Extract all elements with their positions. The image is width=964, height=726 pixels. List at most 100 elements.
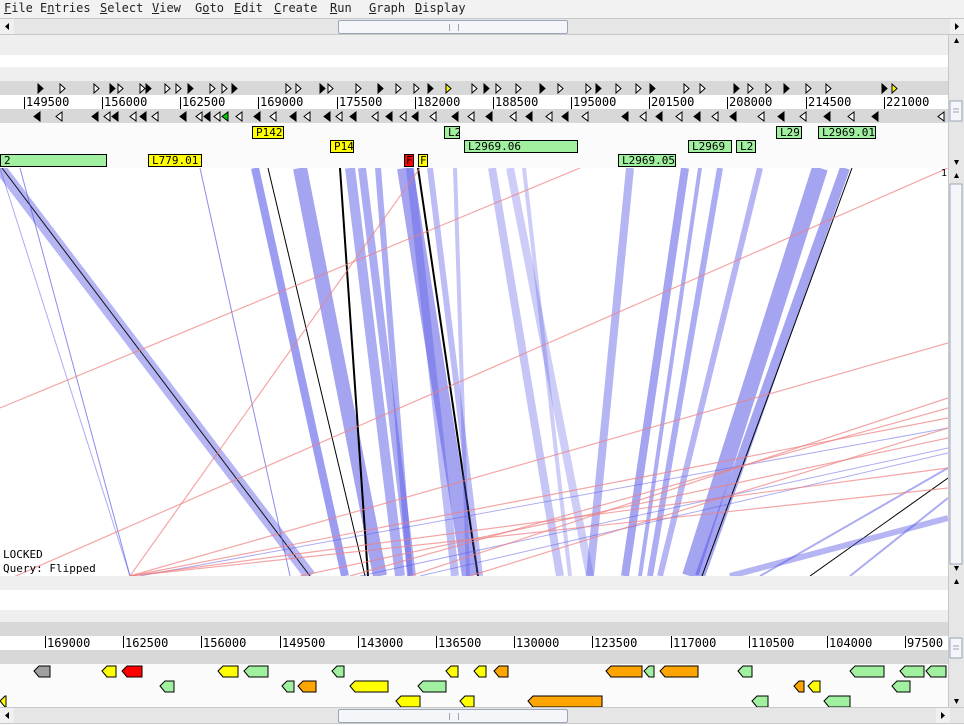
- reverse-feature-arrow[interactable]: [871, 111, 879, 122]
- forward-feature-arrow[interactable]: [445, 82, 452, 95]
- forward-feature-arrow[interactable]: [59, 82, 66, 95]
- forward-feature-arrow[interactable]: [881, 82, 888, 95]
- bottom-feature-box[interactable]: [417, 680, 447, 693]
- reverse-feature-arrow[interactable]: [253, 111, 261, 122]
- bottom-feature-box[interactable]: [445, 665, 459, 678]
- menu-graph[interactable]: Graph: [369, 1, 405, 15]
- reverse-feature-arrow[interactable]: [467, 111, 475, 122]
- menu-create[interactable]: Create: [274, 1, 317, 15]
- forward-feature-arrow[interactable]: [557, 82, 564, 95]
- reverse-match-line[interactable]: [129, 467, 948, 576]
- reverse-feature-arrow[interactable]: [323, 111, 331, 122]
- comparison-vertical-scrollbar[interactable]: [948, 168, 964, 576]
- feature-box[interactable]: F: [404, 154, 414, 167]
- bottom-feature-box[interactable]: [0, 695, 7, 708]
- forward-match-line[interactable]: [759, 467, 948, 576]
- bottom-vertical-scrollbar[interactable]: [948, 576, 964, 707]
- feature-box[interactable]: P14: [330, 140, 354, 153]
- feature-box[interactable]: L29: [776, 126, 802, 139]
- bottom-feature-box[interactable]: [891, 680, 911, 693]
- menu-goto[interactable]: Goto: [195, 1, 224, 15]
- forward-feature-arrow[interactable]: [765, 82, 772, 95]
- forward-feature-arrow[interactable]: [139, 82, 146, 95]
- forward-match-line[interactable]: [729, 515, 948, 576]
- forward-feature-arrow[interactable]: [515, 82, 522, 95]
- forward-feature-arrow[interactable]: [295, 82, 302, 95]
- reverse-feature-arrow[interactable]: [823, 111, 831, 122]
- bottom-feature-box[interactable]: [473, 665, 487, 678]
- forward-feature-arrow[interactable]: [395, 82, 402, 95]
- bottom-feature-box[interactable]: [605, 665, 643, 678]
- reverse-feature-arrow[interactable]: [151, 111, 159, 122]
- left-arrow-icon[interactable]: [0, 19, 14, 34]
- bottom-feature-box[interactable]: [395, 695, 421, 708]
- top-vertical-scrollbar[interactable]: [948, 35, 964, 168]
- bottom-feature-box[interactable]: [527, 695, 603, 708]
- reverse-feature-arrow[interactable]: [937, 111, 945, 122]
- bottom-feature-box[interactable]: [643, 665, 655, 678]
- forward-feature-arrow[interactable]: [117, 82, 124, 95]
- reverse-feature-arrow[interactable]: [385, 111, 393, 122]
- forward-feature-arrow[interactable]: [495, 82, 502, 95]
- reverse-feature-arrow[interactable]: [289, 111, 297, 122]
- forward-feature-arrow[interactable]: [539, 82, 546, 95]
- menu-edit[interactable]: Edit: [234, 1, 263, 15]
- reverse-feature-arrow[interactable]: [451, 111, 459, 122]
- reverse-feature-arrow[interactable]: [561, 111, 569, 122]
- forward-feature-arrow[interactable]: [699, 82, 706, 95]
- forward-feature-arrow[interactable]: [595, 82, 602, 95]
- reverse-feature-arrow[interactable]: [847, 111, 855, 122]
- right-arrow-icon[interactable]: [936, 708, 950, 723]
- reverse-feature-arrow[interactable]: [335, 111, 343, 122]
- right-arrow-icon[interactable]: [950, 19, 964, 34]
- menu-file[interactable]: File: [4, 1, 33, 15]
- forward-feature-arrow[interactable]: [221, 82, 228, 95]
- reverse-feature-arrow[interactable]: [103, 111, 111, 122]
- top-horizontal-scrollbar[interactable]: [0, 18, 964, 35]
- menu-display[interactable]: Display: [415, 1, 466, 15]
- bottom-feature-box[interactable]: [243, 665, 269, 678]
- reverse-feature-arrow[interactable]: [509, 111, 517, 122]
- forward-feature-arrow[interactable]: [427, 82, 434, 95]
- menu-select[interactable]: Select: [100, 1, 143, 15]
- forward-feature-arrow[interactable]: [209, 82, 216, 95]
- reverse-feature-arrow[interactable]: [545, 111, 553, 122]
- forward-feature-arrow[interactable]: [783, 82, 790, 95]
- forward-feature-arrow[interactable]: [825, 82, 832, 95]
- bottom-horizontal-scrollbar[interactable]: [0, 707, 964, 724]
- forward-feature-arrow[interactable]: [377, 82, 384, 95]
- bottom-feature-box[interactable]: [849, 665, 885, 678]
- bottom-feature-box[interactable]: [281, 680, 295, 693]
- bottom-feature-box[interactable]: [659, 665, 699, 678]
- reverse-feature-arrow[interactable]: [639, 111, 647, 122]
- forward-feature-arrow[interactable]: [37, 82, 44, 95]
- bottom-feature-box[interactable]: [459, 695, 475, 708]
- forward-feature-arrow[interactable]: [93, 82, 100, 95]
- left-arrow-icon[interactable]: [0, 708, 14, 723]
- bottom-feature-box[interactable]: [121, 665, 143, 678]
- reverse-feature-arrow[interactable]: [485, 111, 493, 122]
- reverse-feature-arrow[interactable]: [399, 111, 407, 122]
- feature-box[interactable]: P142: [252, 126, 284, 139]
- forward-feature-arrow[interactable]: [483, 82, 490, 95]
- forward-match-line[interactable]: [638, 168, 702, 576]
- reverse-feature-arrow[interactable]: [655, 111, 663, 122]
- black-match-line[interactable]: [809, 477, 948, 576]
- comparison-panel[interactable]: [0, 168, 948, 576]
- bottom-feature-box[interactable]: [217, 665, 239, 678]
- reverse-feature-arrow[interactable]: [621, 111, 629, 122]
- reverse-feature-arrow[interactable]: [213, 111, 221, 122]
- reverse-feature-arrow[interactable]: [349, 111, 357, 122]
- top-scroll-thumb[interactable]: [338, 20, 568, 34]
- bottom-feature-box[interactable]: [159, 680, 175, 693]
- bottom-feature-box[interactable]: [493, 665, 509, 678]
- forward-feature-arrow[interactable]: [187, 82, 194, 95]
- forward-feature-arrow[interactable]: [747, 82, 754, 95]
- feature-box[interactable]: L2969.06: [464, 140, 578, 153]
- reverse-feature-arrow[interactable]: [195, 111, 203, 122]
- feature-box[interactable]: F: [418, 154, 428, 167]
- reverse-feature-arrow[interactable]: [757, 111, 765, 122]
- reverse-feature-arrow[interactable]: [235, 111, 243, 122]
- forward-feature-arrow[interactable]: [471, 82, 478, 95]
- bottom-feature-box[interactable]: [297, 680, 317, 693]
